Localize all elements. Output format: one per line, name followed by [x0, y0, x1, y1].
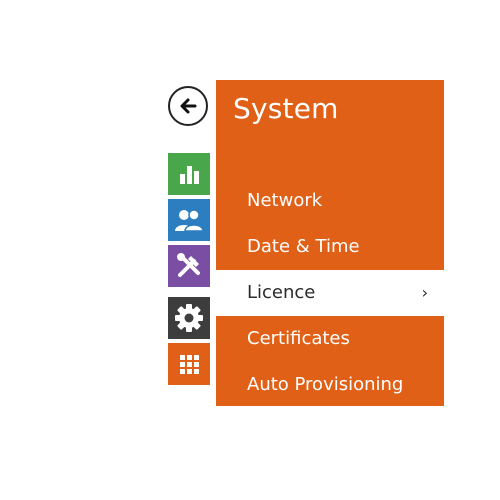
sidebar-directory-button[interactable]	[168, 199, 210, 241]
menu-item-label: Certificates	[247, 328, 350, 349]
back-button[interactable]	[168, 86, 208, 126]
menu-item-network[interactable]: Network	[216, 178, 444, 224]
sidebar-status-button[interactable]	[168, 153, 210, 195]
gear-icon	[175, 304, 203, 332]
menu-item-label: Auto Provisioning	[247, 374, 404, 395]
menu-item-licence[interactable]: Licence ›	[216, 270, 444, 316]
users-icon	[175, 209, 204, 232]
bar-chart-icon	[180, 166, 199, 184]
system-submenu-panel: System Network Date & Time Licence › Cer…	[216, 80, 444, 406]
menu-item-label: Network	[247, 190, 323, 211]
sidebar-hardware-button[interactable]	[168, 245, 210, 287]
grid-icon	[180, 355, 199, 374]
submenu-list: Network Date & Time Licence › Certificat…	[216, 178, 444, 408]
panel-title: System	[233, 92, 339, 125]
menu-item-auto-provisioning[interactable]: Auto Provisioning	[216, 362, 444, 408]
chevron-right-icon: ›	[421, 283, 428, 302]
tools-icon	[177, 253, 200, 277]
menu-item-label: Licence	[247, 282, 316, 303]
menu-item-label: Date & Time	[247, 236, 360, 257]
sidebar-settings-button[interactable]	[168, 297, 210, 339]
arrow-left-icon	[180, 98, 197, 114]
menu-item-certificates[interactable]: Certificates	[216, 316, 444, 362]
sidebar-system-button[interactable]	[168, 343, 210, 385]
menu-item-date-time[interactable]: Date & Time	[216, 224, 444, 270]
